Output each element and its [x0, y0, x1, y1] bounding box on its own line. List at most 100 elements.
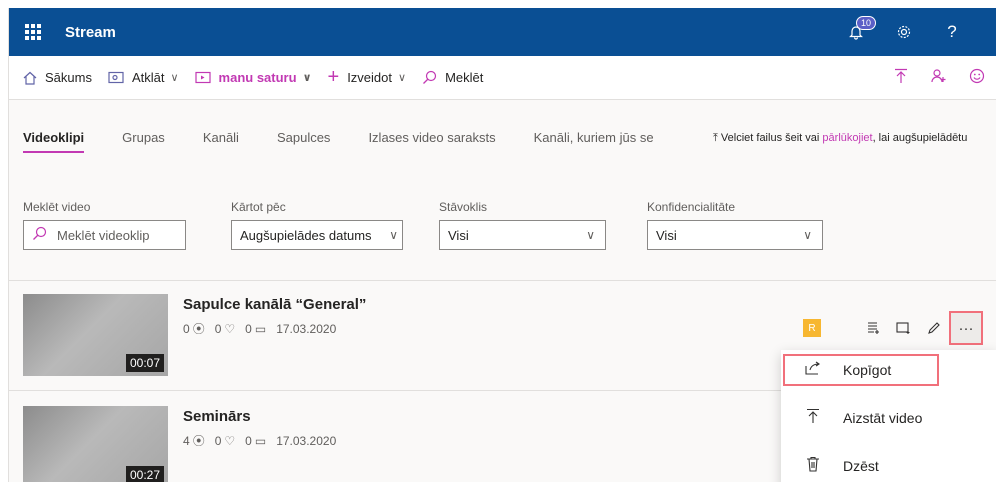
app-title[interactable]: Stream — [65, 24, 116, 41]
video-duration: 00:27 — [125, 466, 164, 482]
privacy-filter-label: Konfidencialitāte — [647, 200, 736, 214]
browse-link[interactable]: pārlūkojiet — [822, 132, 872, 144]
chevron-down-icon: ∨ — [586, 228, 595, 242]
tab-groups[interactable]: Grupas — [122, 130, 165, 153]
add-to-group-icon[interactable] — [889, 313, 919, 343]
privacy-filter: Konfidencialitāte Visi ∨ — [647, 200, 823, 250]
upload-hint-suffix: , lai augšupielādētu — [872, 132, 968, 144]
menu-item-share[interactable]: Kopīgot — [783, 354, 939, 386]
video-meta: 0 ⦿ 0 ♡ 0 ▭ 17.03.2020 — [183, 320, 336, 337]
discover-icon — [108, 71, 124, 85]
menu-item-replace-label: Aizstāt video — [843, 410, 923, 426]
views-count: 0 ⦿ — [183, 321, 205, 337]
help-button[interactable]: ? — [928, 8, 976, 56]
app-header: Stream 10 ? — [9, 8, 996, 56]
search-placeholder: Meklēt videoklip — [57, 227, 150, 243]
heart-icon: ♡ — [224, 321, 236, 336]
status-filter: Stāvoklis Visi ∨ — [439, 200, 606, 250]
privacy-value: Visi — [656, 227, 677, 243]
nav-create[interactable]: + Izveidot ∨ — [320, 56, 415, 100]
upload-date: 17.03.2020 — [276, 321, 337, 336]
sort-filter: Kārtot pēc Augšupielādes datums ∨ — [231, 200, 403, 250]
context-menu: Kopīgot Aizstāt video Dzēst — [781, 350, 996, 482]
nav-bar: Sākums Atklāt ∨ manu saturu ∨ + Izveidot… — [9, 56, 996, 100]
upload-icon[interactable] — [882, 68, 920, 89]
views-count: 4 ⦿ — [183, 433, 205, 449]
privacy-dropdown[interactable]: Visi ∨ — [647, 220, 823, 250]
sort-dropdown[interactable]: Augšupielādes datums ∨ — [231, 220, 403, 250]
app-launcher-icon[interactable] — [25, 24, 41, 40]
comment-icon: ▭ — [254, 433, 267, 448]
menu-item-delete-label: Dzēst — [843, 458, 879, 474]
comments-count: 0 ▭ — [245, 433, 267, 448]
video-title[interactable]: Seminārs — [183, 408, 251, 425]
status-filter-label: Stāvoklis — [439, 200, 488, 214]
people-icon[interactable]: R — [803, 319, 821, 337]
topbar-overflow — [976, 8, 996, 56]
plus-icon: + — [327, 66, 340, 88]
sort-filter-label: Kārtot pēc — [231, 200, 286, 214]
nav-my-content-label: manu saturu — [218, 70, 297, 85]
nav-search[interactable]: Meklēt — [414, 56, 491, 100]
settings-button[interactable] — [880, 8, 928, 56]
tab-watchlist[interactable]: Izlases video saraksts — [368, 130, 495, 153]
chevron-down-icon: ∨ — [389, 228, 398, 242]
tab-meetings[interactable]: Sapulces — [277, 130, 330, 153]
likes-count: 0 ♡ — [214, 321, 236, 336]
video-meta: 4 ⦿ 0 ♡ 0 ▭ 17.03.2020 — [183, 432, 336, 449]
menu-item-delete[interactable]: Dzēst — [781, 442, 996, 482]
nav-search-label: Meklēt — [445, 70, 484, 85]
tab-videos[interactable]: Videoklipi — [23, 130, 85, 153]
share-icon — [803, 361, 823, 379]
nav-discover[interactable]: Atklāt ∨ — [100, 56, 187, 100]
comment-icon: ▭ — [254, 321, 267, 336]
search-icon — [32, 226, 47, 245]
tab-channels[interactable]: Kanāli — [203, 130, 239, 153]
play-icon: ⦿ — [192, 434, 205, 448]
nav-create-label: Izveidot — [347, 70, 392, 85]
comments-count: 0 ▭ — [245, 321, 267, 336]
tab-followed-channels[interactable]: Kanāli, kuriem jūs se — [534, 130, 654, 153]
chevron-down-icon: ∨ — [302, 72, 312, 84]
my-content-icon — [194, 71, 211, 85]
video-actions: R ··· — [803, 311, 983, 345]
more-options-button[interactable]: ··· — [949, 311, 983, 345]
nav-my-content[interactable]: manu saturu ∨ — [187, 56, 320, 100]
video-thumbnail[interactable]: 00:27 — [23, 406, 168, 482]
likes-count: 0 ♡ — [214, 433, 236, 448]
upload-icon — [803, 408, 823, 428]
stream-window: Stream 10 ? Sākums Atklāt ∨ manu saturu … — [8, 8, 996, 482]
filter-bar: Meklēt video Meklēt videoklip Kārtot pēc… — [23, 200, 996, 260]
search-filter-label: Meklēt video — [23, 200, 91, 214]
search-icon — [422, 70, 437, 85]
upload-arrow-icon: ⤒ — [713, 132, 721, 144]
gear-icon — [897, 25, 911, 39]
upload-hint: ⤒ Velciet failus šeit vai pārlūkojiet, l… — [713, 132, 967, 145]
video-duration: 00:07 — [125, 354, 164, 372]
status-dropdown[interactable]: Visi ∨ — [439, 220, 606, 250]
add-to-list-icon[interactable] — [859, 313, 889, 343]
divider — [9, 280, 996, 281]
search-filter: Meklēt video Meklēt videoklip — [23, 200, 186, 250]
notification-count-badge: 10 — [856, 16, 877, 30]
menu-item-share-label: Kopīgot — [843, 362, 892, 378]
video-title[interactable]: Sapulce kanālā “General” — [183, 296, 366, 313]
search-input[interactable]: Meklēt videoklip — [23, 220, 186, 250]
chevron-down-icon: ∨ — [170, 72, 179, 84]
heart-icon: ♡ — [224, 433, 236, 448]
play-icon: ⦿ — [192, 322, 205, 336]
upload-date: 17.03.2020 — [276, 433, 337, 448]
home-icon — [23, 71, 37, 85]
sort-value: Augšupielādes datums — [240, 227, 372, 243]
smiley-icon[interactable] — [958, 68, 996, 89]
edit-icon[interactable] — [919, 313, 949, 343]
nav-home-label: Sākums — [45, 70, 92, 85]
video-thumbnail[interactable]: 00:07 — [23, 294, 168, 376]
menu-item-replace[interactable]: Aizstāt video — [781, 394, 996, 442]
chevron-down-icon: ∨ — [398, 72, 407, 84]
add-person-icon[interactable] — [920, 68, 958, 89]
nav-home[interactable]: Sākums — [9, 56, 100, 100]
trash-icon — [803, 456, 823, 476]
notifications-button[interactable]: 10 — [832, 8, 880, 56]
status-value: Visi — [448, 227, 469, 243]
